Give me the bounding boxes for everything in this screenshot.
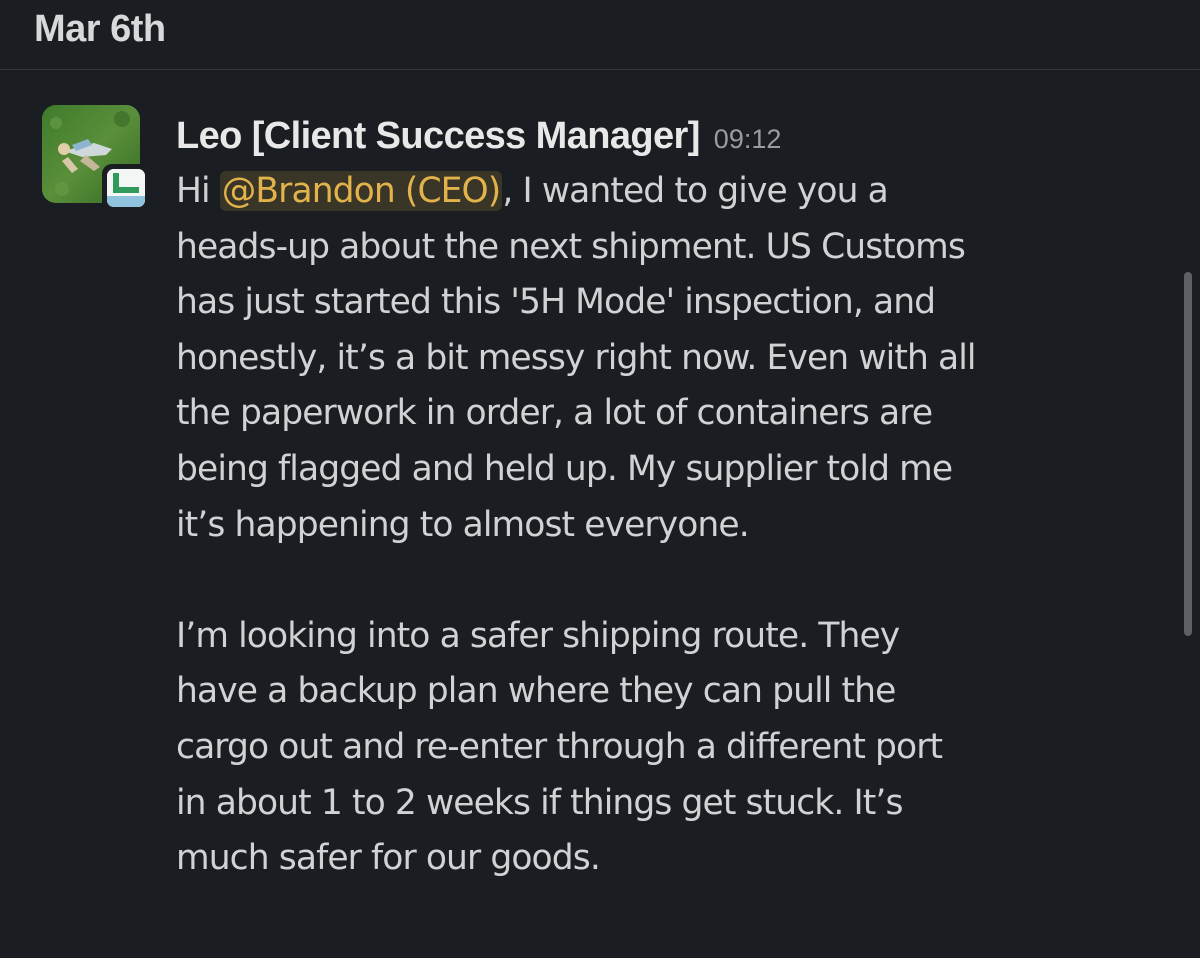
message-header: Leo [Client Success Manager] 09:12 [176,108,1166,164]
message-body: Leo [Client Success Manager] 09:12 Hi @B… [176,108,1166,887]
message-line: honestly, it’s a bit messy right now. Ev… [176,337,977,378]
message-paragraph: I’m looking into a safer shipping route.… [176,609,1166,887]
message-timestamp[interactable]: 09:12 [714,124,782,155]
message[interactable]: Leo [Client Success Manager] 09:12 Hi @B… [0,70,1200,958]
message-text: Hi @Brandon (CEO), I wanted to give you … [176,164,1166,887]
vertical-scrollbar[interactable] [1184,272,1192,636]
scrollbar-thumb[interactable] [1184,272,1192,636]
line-text: Hi [176,171,220,211]
message-line: the paperwork in order, a lot of contain… [176,393,933,434]
message-line: have a backup plan where they can pull t… [176,671,896,712]
message-line: I’m looking into a safer shipping route.… [176,615,900,656]
message-line: it’s happening to almost everyone. [176,504,750,545]
message-line: being flagged and held up. My supplier t… [176,448,953,489]
message-line: much safer for our goods. [176,838,601,879]
message-line: heads-up about the next shipment. US Cus… [176,226,966,267]
line-text: , I wanted to give you a [502,171,888,211]
message-line: Hi @Brandon (CEO), I wanted to give you … [176,164,1166,220]
sender-name[interactable]: Leo [Client Success Manager] [176,108,700,164]
message-line: has just started this '5H Mode' inspecti… [176,282,936,323]
green-status-app-badge-icon [102,164,150,212]
message-line: in about 1 to 2 weeks if things get stuc… [176,782,903,823]
date-divider: Mar 6th [0,0,1200,70]
user-mention-brandon[interactable]: @Brandon (CEO) [219,171,503,211]
message-line: cargo out and re-enter through a differe… [176,726,943,767]
date-divider-label: Mar 6th [34,8,166,50]
message-paragraph: Hi @Brandon (CEO), I wanted to give you … [176,164,1166,553]
